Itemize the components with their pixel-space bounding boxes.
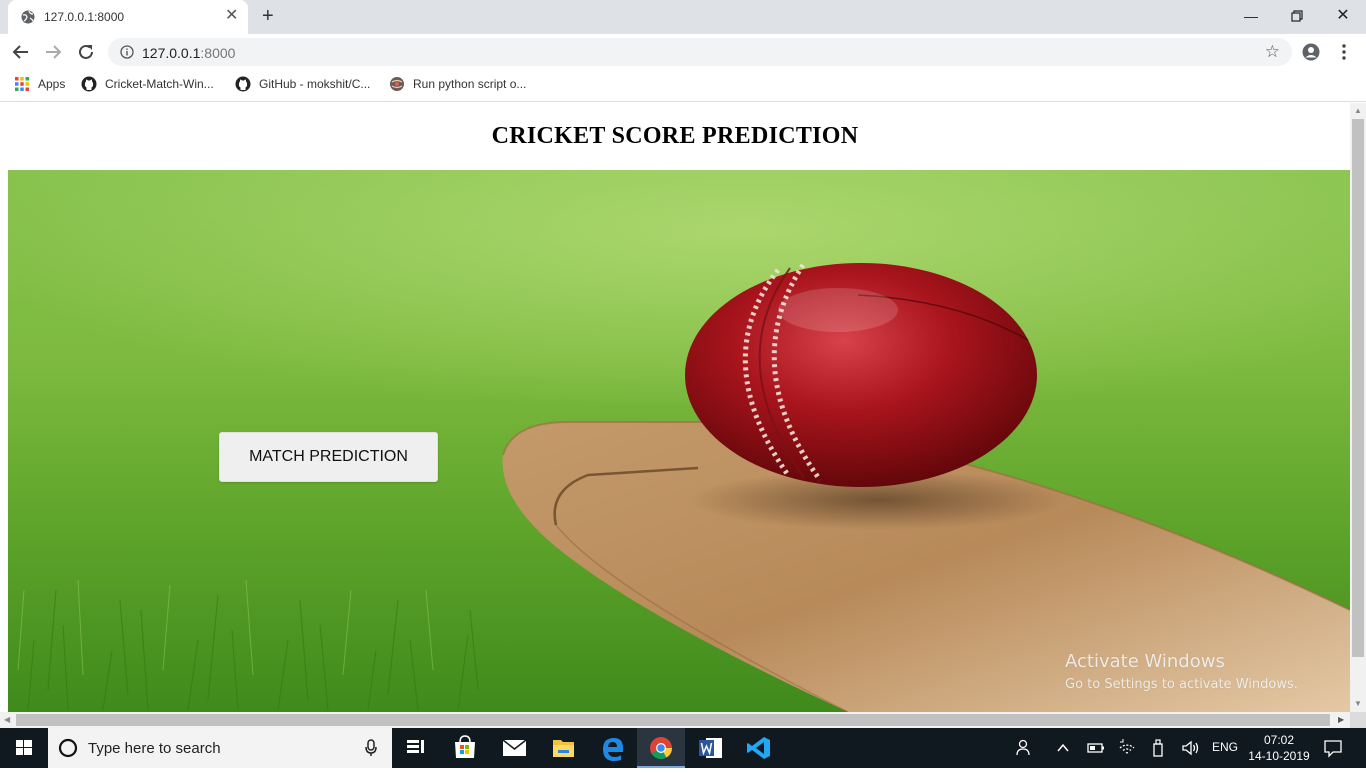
url-text: 127.0.0.1:8000 (142, 45, 235, 61)
github-icon (235, 76, 251, 92)
page-title: CRICKET SCORE PREDICTION (491, 123, 859, 149)
reload-icon[interactable] (75, 41, 97, 63)
clock-time: 07:02 (1263, 733, 1295, 747)
task-view-icon (407, 740, 424, 753)
chevron-up-icon[interactable] (1056, 741, 1070, 755)
windows-logo-icon (16, 740, 32, 755)
apps-grid-icon (15, 77, 29, 91)
vertical-scroll-thumb[interactable] (1352, 119, 1364, 657)
horizontal-scrollbar[interactable]: ◀ ▶ (0, 712, 1350, 728)
microphone-icon[interactable] (364, 739, 378, 757)
scrollbar-corner (1350, 712, 1366, 728)
watermark-subtitle: Go to Settings to activate Windows. (1065, 677, 1298, 692)
hero-image (8, 170, 1350, 712)
browser-chrome: 127.0.0.1:8000 ✕ + — ✕ 127.0.0.1:8000 ☆ … (0, 0, 1366, 103)
edge-icon (603, 738, 623, 761)
bookmark-label: Cricket-Match-Win... (105, 77, 214, 91)
url-port: :8000 (200, 45, 236, 61)
browser-tab[interactable]: 127.0.0.1:8000 ✕ (8, 0, 248, 34)
scroll-down-icon[interactable]: ▼ (1354, 699, 1362, 708)
tab-title: 127.0.0.1:8000 (44, 10, 125, 24)
scroll-left-icon[interactable]: ◀ (4, 715, 10, 724)
clock[interactable]: 07:02 14-10-2019 (1240, 732, 1318, 764)
start-button[interactable] (0, 728, 48, 768)
volume-icon[interactable] (1181, 739, 1201, 757)
windows-taskbar: Type here to search ENG 07:02 14-10-2019 (0, 728, 1366, 768)
cortana-icon (58, 738, 78, 758)
menu-dots-icon[interactable] (1337, 43, 1351, 61)
wifi-icon[interactable] (1118, 738, 1136, 756)
store-taskbar-app[interactable] (441, 728, 489, 768)
folder-icon (553, 740, 574, 757)
usb-device-icon[interactable] (1151, 738, 1165, 758)
toolbar: 127.0.0.1:8000 ☆ (0, 34, 1366, 70)
battery-icon[interactable] (1087, 741, 1105, 755)
bookmark-label: GitHub - mokshit/C... (259, 77, 371, 91)
chrome-taskbar-app[interactable] (637, 728, 685, 768)
edge-taskbar-app[interactable] (588, 728, 636, 768)
people-icon[interactable] (1014, 738, 1032, 758)
clock-date: 14-10-2019 (1248, 749, 1310, 763)
bookmarks-bar: Apps Cricket-Match-Win... GitHub - moksh… (0, 70, 1366, 102)
back-icon[interactable] (10, 41, 32, 63)
window-close-icon[interactable]: ✕ (1320, 5, 1366, 27)
chrome-icon (650, 737, 672, 759)
bookmark-label: Run python script o... (413, 77, 527, 91)
minimize-icon[interactable]: — (1228, 5, 1274, 27)
horizontal-scroll-thumb[interactable] (16, 714, 1330, 726)
store-icon (455, 735, 475, 758)
vscode-taskbar-app[interactable] (735, 728, 783, 768)
restore-icon[interactable] (1274, 5, 1320, 27)
github-icon (81, 76, 97, 92)
match-prediction-button[interactable]: MATCH PREDICTION (219, 432, 438, 482)
notification-icon[interactable] (1323, 738, 1343, 758)
mail-icon (502, 739, 527, 756)
word-icon (699, 738, 722, 758)
bookmark-label: Apps (38, 77, 66, 91)
vscode-icon (747, 737, 770, 759)
tab-strip: 127.0.0.1:8000 ✕ + — ✕ (0, 0, 1366, 34)
scroll-up-icon[interactable]: ▲ (1354, 106, 1362, 115)
bookmark-star-icon[interactable]: ☆ (1265, 43, 1280, 60)
search-placeholder: Type here to search (88, 740, 221, 757)
profile-icon[interactable] (1302, 43, 1320, 61)
address-bar[interactable]: 127.0.0.1:8000 ☆ (108, 38, 1292, 66)
task-view-button[interactable] (392, 728, 440, 768)
page-viewport: CRICKET SCORE PREDICTION MATCH PREDICTIO… (0, 103, 1350, 712)
taskbar-search[interactable]: Type here to search (48, 728, 392, 768)
vertical-scrollbar[interactable]: ▲ ▼ (1350, 103, 1366, 712)
new-tab-icon[interactable]: + (262, 6, 274, 26)
word-taskbar-app[interactable] (686, 728, 734, 768)
globe-icon (21, 10, 35, 24)
scroll-right-icon[interactable]: ▶ (1338, 715, 1344, 724)
language-indicator[interactable]: ENG (1212, 740, 1238, 754)
file-explorer-taskbar-app[interactable] (539, 728, 587, 768)
url-host: 127.0.0.1 (142, 45, 201, 61)
close-tab-icon[interactable]: ✕ (225, 8, 238, 24)
info-icon[interactable] (120, 45, 134, 59)
mail-taskbar-app[interactable] (490, 728, 538, 768)
watermark-title: Activate Windows (1065, 651, 1225, 672)
site-favicon-icon (390, 77, 404, 91)
forward-icon[interactable] (42, 41, 64, 63)
cricket-ball-bat-illustration (8, 170, 1350, 712)
activate-windows-watermark: Activate Windows Go to Settings to activ… (1065, 651, 1298, 692)
